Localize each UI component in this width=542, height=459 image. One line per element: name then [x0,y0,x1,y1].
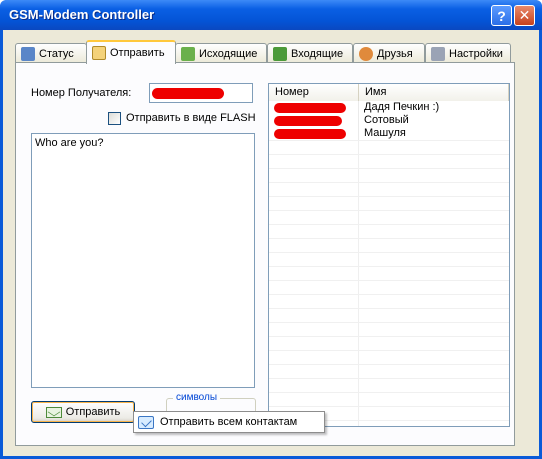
contact-name: Сотовый [364,114,409,126]
redacted-number [274,103,346,113]
send-all-icon [138,415,154,429]
recipient-label: Номер Получателя: [31,87,132,99]
contact-row[interactable]: Сотовый [269,114,509,127]
message-textarea[interactable]: Who are you? [31,133,255,388]
tab-friends-label: Друзья [377,47,413,60]
tab-settings-label: Настройки [449,47,503,60]
grid-line [269,280,509,281]
contact-row[interactable]: Дадя Печкин :) [269,101,509,114]
grid-line [269,294,509,295]
contact-name: Машуля [364,127,406,139]
contacts-header: Номер Имя [269,84,509,101]
contact-name: Дадя Печкин :) [364,101,440,113]
inbox-icon [273,46,287,61]
grid-line [269,238,509,239]
grid-line [269,224,509,225]
outbox-icon [181,46,195,61]
help-button[interactable]: ? [491,5,512,26]
grid-line [269,322,509,323]
app-window: GSM-Modem Controller ? ✕ Статус Отправит… [0,0,542,459]
tab-outbox-label: Исходящие [199,47,258,60]
flash-checkbox[interactable] [108,112,121,125]
grid-line [269,392,509,393]
symbols-caption: символы [173,392,221,403]
contacts-list[interactable]: Номер Имя Дадя Печкин :) Сотовый Машуля [268,83,510,427]
tab-friends[interactable]: Друзья [353,43,425,63]
grid-line [269,378,509,379]
envelope-icon [45,406,62,418]
redacted-number [274,129,346,139]
tab-inbox-label: Входящие [291,47,344,60]
grid-line [269,210,509,211]
tab-strip: Статус Отправить Исходящие Входящие Друз… [15,40,515,64]
grid-line [269,364,509,365]
friends-icon [359,46,373,61]
recipient-number-field[interactable] [149,83,253,103]
menu-item-send-all[interactable]: Отправить всем контактам [160,416,297,428]
tab-send[interactable]: Отправить [86,40,176,64]
redacted-number [152,88,224,99]
tab-send-label: Отправить [110,47,165,59]
tab-inbox[interactable]: Входящие [267,43,353,63]
tab-settings[interactable]: Настройки [425,43,511,63]
close-button[interactable]: ✕ [514,5,535,26]
grid-line [269,266,509,267]
grid-line [269,252,509,253]
status-icon [21,46,35,61]
redacted-number [274,116,342,126]
title-bar[interactable]: GSM-Modem Controller ? ✕ [0,0,542,30]
grid-line [269,406,509,407]
send-button[interactable]: Отправить [31,401,135,423]
compose-icon [92,46,106,60]
grid-line [269,350,509,351]
tab-status[interactable]: Статус [15,43,87,63]
column-name[interactable]: Имя [359,84,509,101]
grid-line [269,308,509,309]
send-button-label: Отправить [65,406,121,418]
grid-line [269,140,509,141]
wrench-icon [431,46,445,61]
contact-row[interactable]: Машуля [269,127,509,140]
grid-line [269,336,509,337]
grid-line [269,154,509,155]
grid-line [269,168,509,169]
context-menu: Отправить всем контактам [133,411,325,433]
grid-line [269,196,509,197]
client-area: Статус Отправить Исходящие Входящие Друз… [3,30,539,456]
window-title: GSM-Modem Controller [9,7,155,22]
flash-label: Отправить в виде FLASH [126,112,256,124]
column-number[interactable]: Номер [269,84,359,101]
tab-outbox[interactable]: Исходящие [175,43,267,63]
send-panel: Номер Получателя: Отправить в виде FLASH… [15,62,515,446]
grid-line [269,182,509,183]
tab-status-label: Статус [39,47,74,60]
